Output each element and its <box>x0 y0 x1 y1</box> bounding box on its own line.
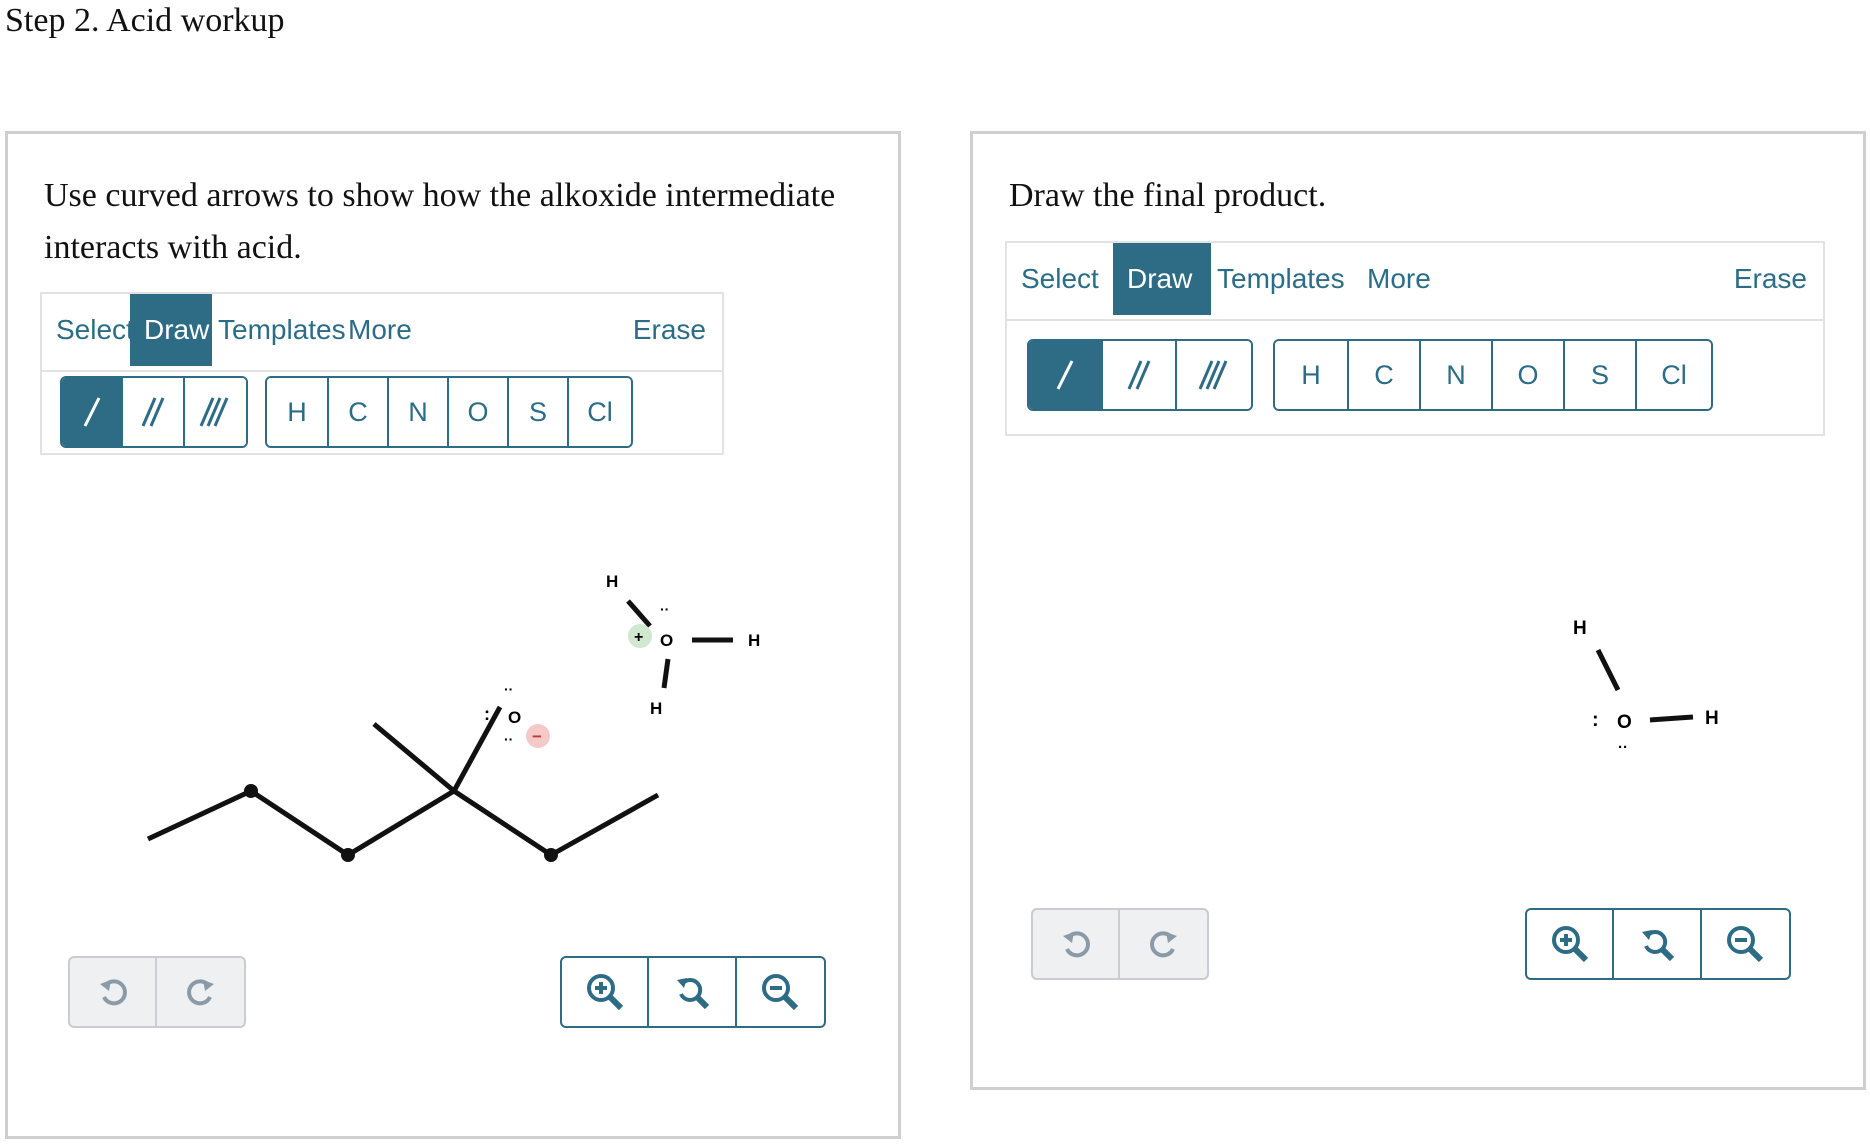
lone-pair: : <box>1592 709 1599 731</box>
left-question-panel: Use curved arrows to show how the alkoxi… <box>5 131 901 1139</box>
lone-pair: ·· <box>504 731 513 747</box>
hydronium-h-bottom[interactable]: H <box>650 699 662 718</box>
atom-tool-group: H C N O S Cl <box>1273 339 1713 411</box>
tab-select[interactable]: Select <box>1007 243 1113 315</box>
atom-cl-button[interactable]: Cl <box>569 378 631 446</box>
tab-templates[interactable]: Templates <box>1203 243 1359 315</box>
lone-pair: : <box>484 704 490 724</box>
atom-h-button[interactable]: H <box>267 378 329 446</box>
tab-draw[interactable]: Draw <box>1113 243 1211 315</box>
right-editor-toolbar: Select Draw Templates More Erase H C N O… <box>1005 241 1825 436</box>
hydronium-oxygen[interactable]: O <box>660 631 673 650</box>
water-h-right[interactable]: H <box>1705 708 1719 729</box>
atom-c-button[interactable]: C <box>1349 341 1421 409</box>
atom-n-button[interactable]: N <box>389 378 449 446</box>
bond-tool-group <box>60 376 248 448</box>
right-history-controls <box>1031 908 1209 980</box>
zoom-in-icon[interactable] <box>562 958 650 1026</box>
negative-charge: − <box>532 727 542 746</box>
positive-charge: + <box>634 629 643 646</box>
zoom-in-icon[interactable] <box>1527 910 1615 978</box>
water-h-top[interactable]: H <box>1573 618 1587 639</box>
atom-h-button[interactable]: H <box>1275 341 1349 409</box>
triple-bond-icon[interactable] <box>184 378 246 446</box>
carbon-dot <box>341 848 355 862</box>
bond <box>661 658 671 689</box>
redo-icon[interactable] <box>157 958 244 1026</box>
left-prompt: Use curved arrows to show how the alkoxi… <box>44 177 836 266</box>
carbon-dot <box>244 784 258 798</box>
lone-pair: ·· <box>1618 739 1628 756</box>
left-history-controls <box>68 956 246 1028</box>
erase-button[interactable]: Erase <box>633 294 706 366</box>
redo-icon[interactable] <box>1120 910 1207 978</box>
single-bond-icon[interactable] <box>1029 341 1103 409</box>
hydronium-h-right[interactable]: H <box>748 631 760 650</box>
atom-cl-button[interactable]: Cl <box>1637 341 1711 409</box>
bond <box>1595 648 1621 692</box>
zoom-out-icon[interactable] <box>737 958 824 1026</box>
carbon-dot <box>544 848 558 862</box>
zoom-out-icon[interactable] <box>1702 910 1789 978</box>
step-title: Step 2. Acid workup <box>5 2 285 39</box>
tab-more[interactable]: More <box>1353 243 1445 315</box>
alkoxide-skeleton <box>146 705 660 858</box>
tab-draw[interactable]: Draw <box>130 294 212 366</box>
single-bond-icon[interactable] <box>62 378 124 446</box>
atom-o-button[interactable]: O <box>1493 341 1565 409</box>
zoom-reset-icon[interactable] <box>649 958 737 1026</box>
bond-tool-group <box>1027 339 1253 411</box>
tab-more[interactable]: More <box>334 294 426 366</box>
hydronium-h-top[interactable]: H <box>606 572 618 591</box>
atom-s-button[interactable]: S <box>509 378 569 446</box>
atom-o-button[interactable]: O <box>449 378 509 446</box>
atom-n-button[interactable]: N <box>1421 341 1493 409</box>
undo-icon[interactable] <box>1033 910 1121 978</box>
erase-button[interactable]: Erase <box>1734 243 1807 315</box>
atom-tool-group: H C N O S Cl <box>265 376 633 448</box>
lone-pair: ·· <box>660 601 669 617</box>
zoom-reset-icon[interactable] <box>1614 910 1702 978</box>
water-oxygen[interactable]: O <box>1617 712 1632 733</box>
right-drawing-canvas[interactable]: H O : ·· H <box>973 454 1863 854</box>
undo-icon[interactable] <box>70 958 158 1026</box>
right-prompt: Draw the final product. <box>1009 177 1327 214</box>
right-question-panel: Draw the final product. Select Draw Temp… <box>970 131 1866 1090</box>
left-drawing-canvas[interactable]: O ·· : ·· − H + O ·· H H <box>8 474 898 1014</box>
double-bond-icon[interactable] <box>123 378 185 446</box>
right-tab-bar: Select Draw Templates More Erase <box>1007 243 1823 321</box>
lone-pair: ·· <box>504 681 513 697</box>
left-editor-toolbar: Select Draw Templates More Erase H C N O… <box>40 292 724 455</box>
bond <box>626 599 652 628</box>
bond <box>1649 714 1694 723</box>
atom-s-button[interactable]: S <box>1565 341 1637 409</box>
right-zoom-controls <box>1525 908 1791 980</box>
alkoxide-oxygen[interactable]: O <box>508 708 521 727</box>
double-bond-icon[interactable] <box>1103 341 1177 409</box>
triple-bond-icon[interactable] <box>1177 341 1251 409</box>
atom-c-button[interactable]: C <box>329 378 389 446</box>
left-zoom-controls <box>560 956 826 1028</box>
left-tab-bar: Select Draw Templates More Erase <box>42 294 722 372</box>
